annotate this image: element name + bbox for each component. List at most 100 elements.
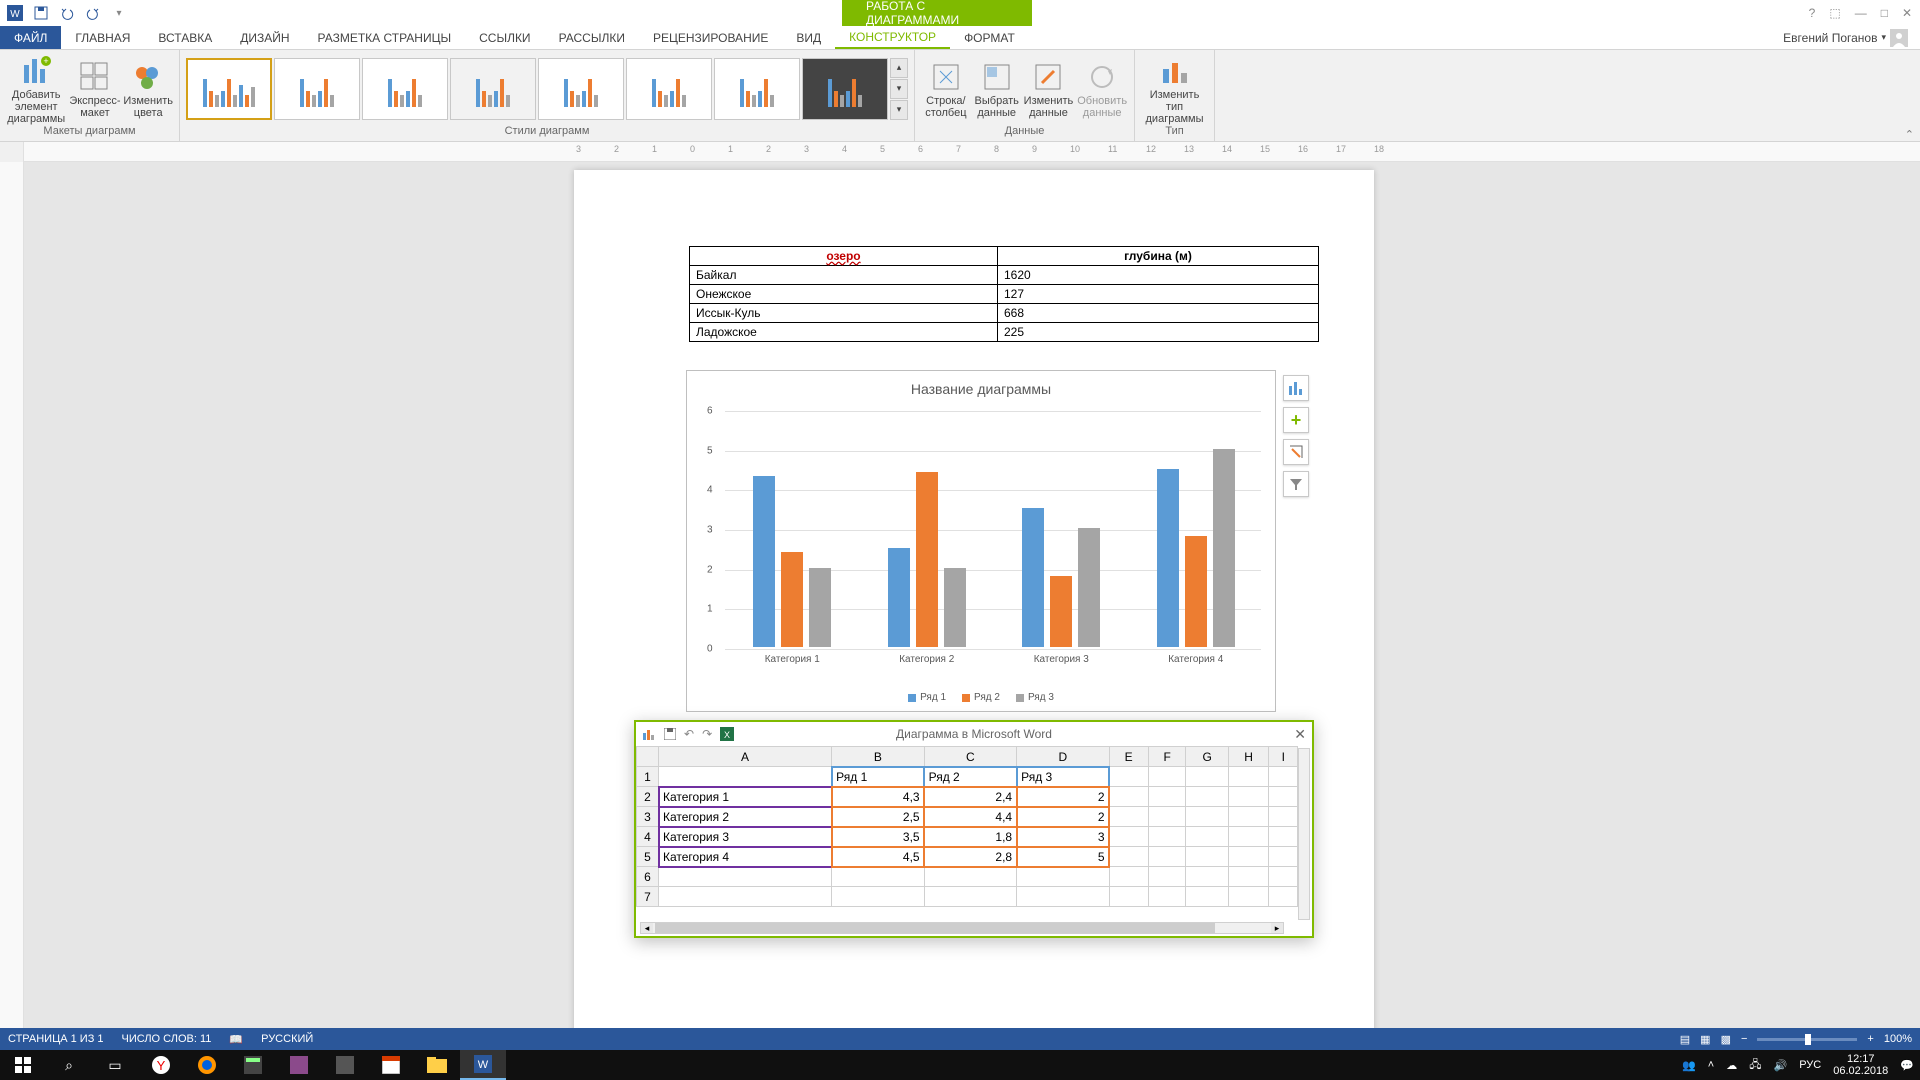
- chart-style-3[interactable]: [362, 58, 448, 120]
- maximize-icon[interactable]: □: [1881, 6, 1888, 20]
- table-row: Ладожское225: [690, 323, 1319, 342]
- minimize-icon[interactable]: —: [1855, 6, 1867, 20]
- refresh-data-button[interactable]: Обновить данные: [1076, 59, 1128, 119]
- taskbar-word-icon[interactable]: W: [460, 1050, 506, 1080]
- data-redo-icon[interactable]: ↷: [702, 727, 712, 741]
- tab-page-layout[interactable]: РАЗМЕТКА СТРАНИЦЫ: [304, 26, 466, 49]
- task-view-icon[interactable]: ▭: [92, 1050, 138, 1080]
- gallery-more-icon[interactable]: ▾: [890, 100, 908, 120]
- chart-style-4[interactable]: [450, 58, 536, 120]
- chart-object[interactable]: Название диаграммы 0123456Категория 1Кат…: [686, 370, 1276, 712]
- chart-style-7[interactable]: [714, 58, 800, 120]
- save-icon[interactable]: [30, 2, 52, 24]
- tab-format[interactable]: ФОРМАТ: [950, 26, 1029, 49]
- tray-people-icon[interactable]: 👥: [1682, 1059, 1696, 1072]
- ruler-vertical[interactable]: [0, 162, 24, 1050]
- view-read-icon[interactable]: ▤: [1680, 1033, 1690, 1046]
- taskbar-firefox-icon[interactable]: [184, 1050, 230, 1080]
- taskbar-calendar-icon[interactable]: [368, 1050, 414, 1080]
- data-vertical-scrollbar[interactable]: [1298, 748, 1310, 920]
- status-proofing-icon[interactable]: 📖: [229, 1033, 243, 1046]
- add-chart-element-button[interactable]: + Добавить элемент диаграммы: [6, 53, 66, 125]
- tray-onedrive-icon[interactable]: ☁: [1726, 1059, 1737, 1072]
- chart-style-8[interactable]: [802, 58, 888, 120]
- tab-review[interactable]: РЕЦЕНЗИРОВАНИЕ: [639, 26, 782, 49]
- zoom-slider[interactable]: [1757, 1038, 1857, 1041]
- taskbar-calc-icon[interactable]: [230, 1050, 276, 1080]
- chart-legend[interactable]: Ряд 1 Ряд 2 Ряд 3: [687, 692, 1275, 703]
- taskbar-app1-icon[interactable]: [276, 1050, 322, 1080]
- tray-network-icon[interactable]: 🖧: [1749, 1056, 1761, 1075]
- taskbar-app2-icon[interactable]: [322, 1050, 368, 1080]
- close-icon[interactable]: ✕: [1902, 6, 1912, 20]
- gallery-down-icon[interactable]: ▾: [890, 79, 908, 99]
- change-chart-type-button[interactable]: Изменить тип диаграммы: [1141, 53, 1208, 125]
- zoom-out-icon[interactable]: −: [1741, 1033, 1747, 1045]
- help-icon[interactable]: ?: [1809, 6, 1816, 20]
- status-words[interactable]: ЧИСЛО СЛОВ: 11: [122, 1033, 212, 1045]
- chart-style-5[interactable]: [538, 58, 624, 120]
- ruler-horizontal[interactable]: 3210123456789101112131415161718: [0, 142, 1920, 162]
- tab-view[interactable]: ВИД: [782, 26, 835, 49]
- select-all-cell[interactable]: [637, 747, 659, 767]
- data-grid[interactable]: ABCDEFGHI 1Ряд 1Ряд 2Ряд 3 2Категория 14…: [636, 746, 1298, 920]
- tray-up-icon[interactable]: ˄: [1708, 1059, 1714, 1071]
- chart-filters-button[interactable]: [1283, 439, 1309, 465]
- qat-customize-icon[interactable]: ▾: [108, 2, 130, 24]
- chart-styles-button[interactable]: +: [1283, 407, 1309, 433]
- data-undo-icon[interactable]: ↶: [684, 727, 694, 741]
- table-header-depth: глубина (м): [997, 247, 1318, 266]
- status-bar: СТРАНИЦА 1 ИЗ 1 ЧИСЛО СЛОВ: 11 📖 РУССКИЙ…: [0, 1028, 1920, 1050]
- gallery-up-icon[interactable]: ▴: [890, 58, 908, 78]
- zoom-level[interactable]: 100%: [1884, 1033, 1912, 1045]
- chart-style-1[interactable]: [186, 58, 272, 120]
- chart-title[interactable]: Название диаграммы: [687, 371, 1275, 403]
- chart-style-6[interactable]: [626, 58, 712, 120]
- status-language[interactable]: РУССКИЙ: [261, 1033, 313, 1045]
- chart-plot-area[interactable]: 0123456Категория 1Категория 2Категория 3…: [725, 411, 1261, 647]
- chart-elements-button[interactable]: [1283, 375, 1309, 401]
- zoom-in-icon[interactable]: +: [1867, 1033, 1873, 1045]
- edit-data-button[interactable]: Изменить данные: [1023, 59, 1075, 119]
- switch-row-col-button[interactable]: Строка/столбец: [921, 59, 971, 119]
- select-data-button[interactable]: Выбрать данные: [973, 59, 1021, 119]
- lake-depth-table[interactable]: озеро глубина (м) Байкал1620 Онежское127…: [689, 246, 1319, 342]
- context-tab-chart-tools: РАБОТА С ДИАГРАММАМИ: [842, 0, 1032, 26]
- collapse-ribbon-icon[interactable]: ⌃: [1905, 128, 1914, 141]
- start-button[interactable]: [0, 1050, 46, 1080]
- user-account[interactable]: Евгений Поганов▾: [1783, 26, 1920, 49]
- search-icon[interactable]: ⌕: [46, 1050, 92, 1080]
- tab-home[interactable]: ГЛАВНАЯ: [61, 26, 144, 49]
- chart-filter-icon[interactable]: [1283, 471, 1309, 497]
- tab-insert[interactable]: ВСТАВКА: [144, 26, 226, 49]
- tab-references[interactable]: ССЫЛКИ: [465, 26, 544, 49]
- svg-text:X: X: [724, 730, 730, 740]
- taskbar-yandex-icon[interactable]: Y: [138, 1050, 184, 1080]
- redo-icon[interactable]: [82, 2, 104, 24]
- tray-clock[interactable]: 12:17 06.02.2018: [1833, 1053, 1888, 1077]
- data-excel-icon[interactable]: X: [720, 727, 734, 741]
- scroll-right-icon[interactable]: ▸: [1271, 923, 1283, 933]
- undo-icon[interactable]: [56, 2, 78, 24]
- scroll-left-icon[interactable]: ◂: [641, 923, 653, 933]
- tab-design[interactable]: ДИЗАЙН: [226, 26, 303, 49]
- taskbar-explorer-icon[interactable]: [414, 1050, 460, 1080]
- data-save-icon[interactable]: [664, 728, 676, 740]
- view-print-icon[interactable]: ▦: [1700, 1033, 1710, 1046]
- tray-notifications-icon[interactable]: 💬: [1900, 1059, 1914, 1072]
- status-page[interactable]: СТРАНИЦА 1 ИЗ 1: [8, 1033, 104, 1045]
- tray-language[interactable]: РУС: [1799, 1059, 1821, 1071]
- view-web-icon[interactable]: ▩: [1721, 1033, 1731, 1046]
- data-close-icon[interactable]: ✕: [1294, 726, 1306, 743]
- change-colors-button[interactable]: Изменить цвета: [123, 59, 173, 119]
- chart-styles-gallery[interactable]: ▴ ▾ ▾: [186, 52, 908, 125]
- tray-volume-icon[interactable]: 🔊: [1774, 1059, 1788, 1072]
- chart-style-2[interactable]: [274, 58, 360, 120]
- tab-file[interactable]: ФАЙЛ: [0, 26, 61, 49]
- tab-constructor[interactable]: КОНСТРУКТОР: [835, 26, 950, 49]
- data-horizontal-scrollbar[interactable]: ◂ ▸: [640, 922, 1284, 934]
- ribbon-display-icon[interactable]: ⬚: [1829, 6, 1840, 20]
- data-chart-icon: [642, 727, 656, 741]
- quick-layout-button[interactable]: Экспресс-макет: [68, 59, 121, 119]
- tab-mailings[interactable]: РАССЫЛКИ: [545, 26, 639, 49]
